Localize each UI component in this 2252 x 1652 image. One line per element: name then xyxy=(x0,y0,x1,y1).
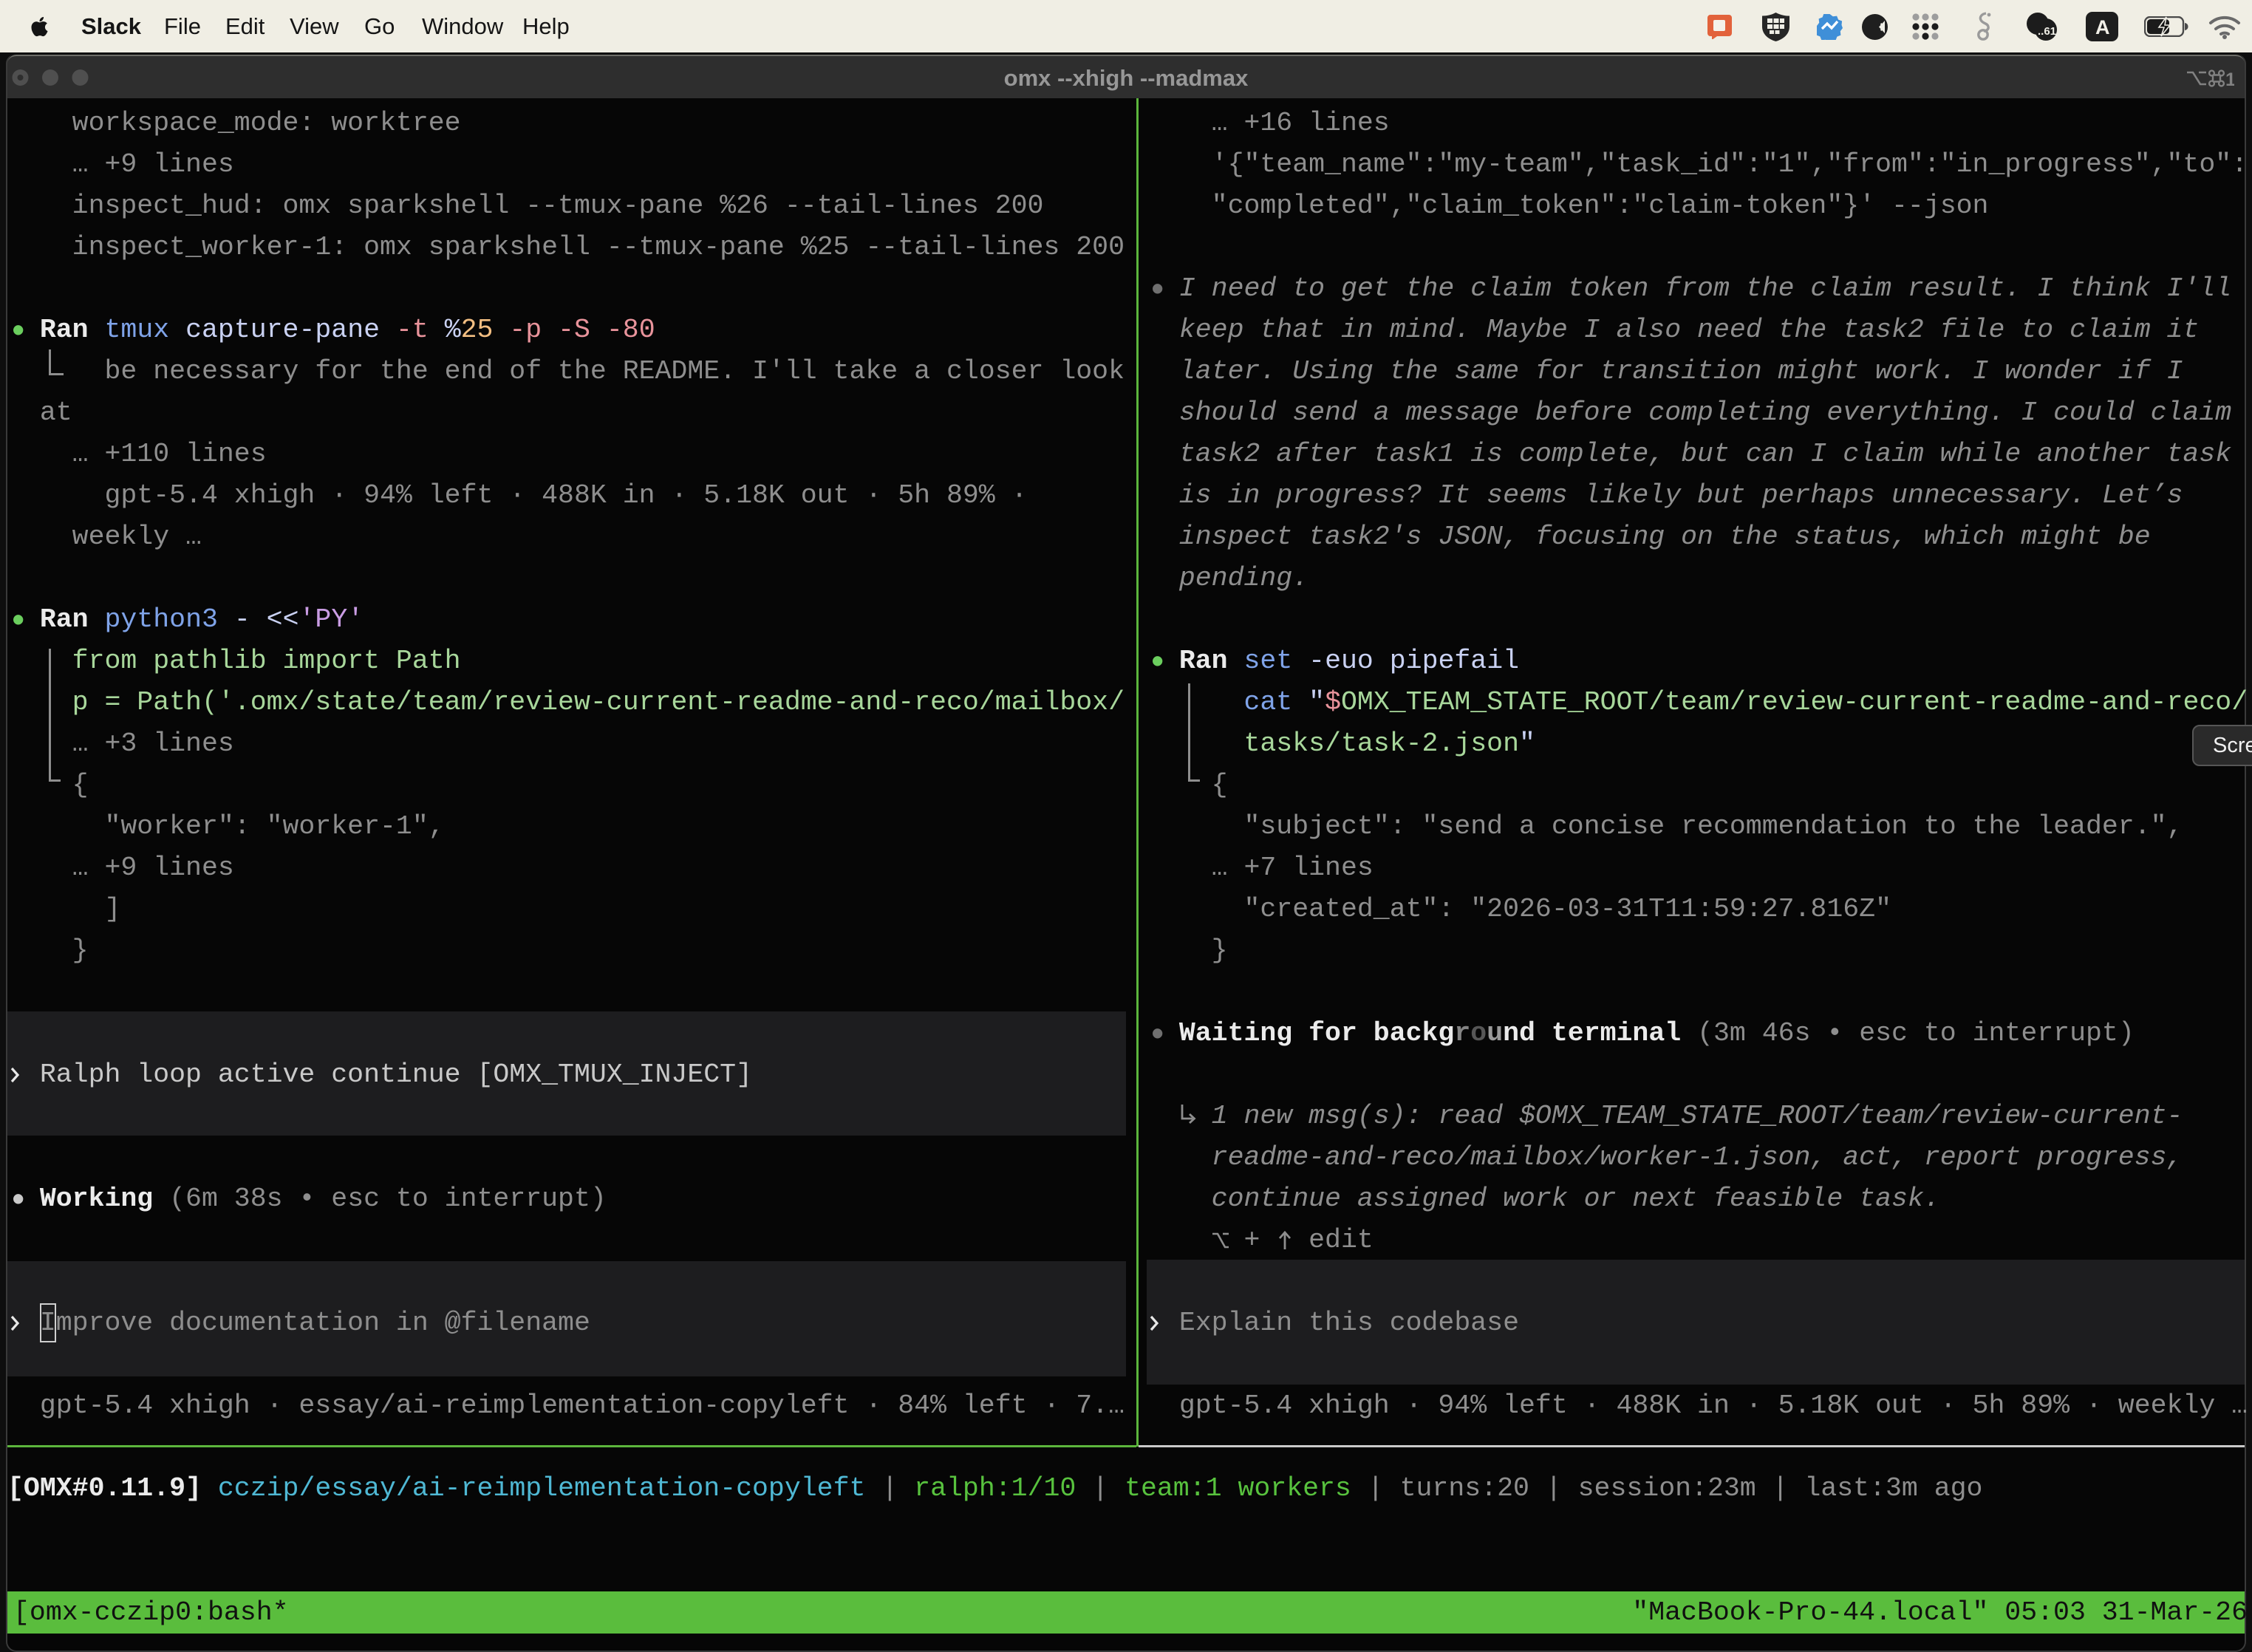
svg-text:..61: ..61 xyxy=(2038,25,2056,38)
svg-text:A: A xyxy=(2095,16,2110,38)
svg-text:1: 1 xyxy=(2225,69,2234,89)
